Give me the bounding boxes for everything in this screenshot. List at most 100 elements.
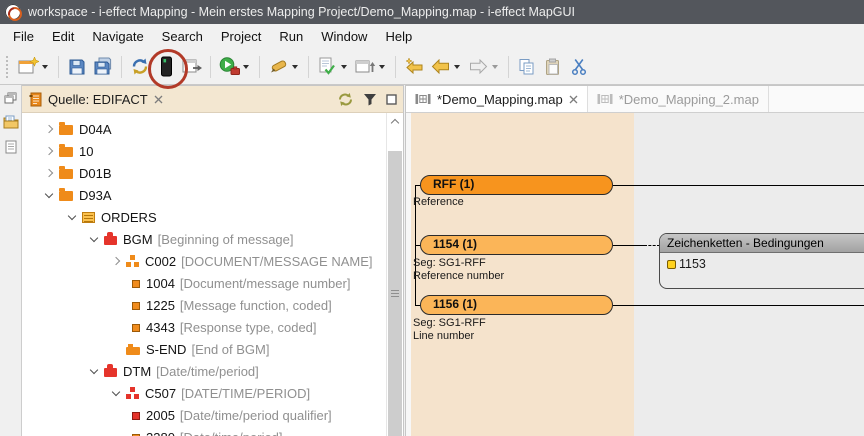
- back-new-icon[interactable]: [401, 54, 427, 80]
- paste-icon[interactable]: [540, 54, 566, 80]
- close-icon[interactable]: [154, 95, 163, 104]
- editor-tab-demo-mapping-2[interactable]: *Demo_Mapping_2.map: [588, 86, 769, 112]
- validate-document-icon[interactable]: [314, 54, 340, 80]
- deploy-window-icon[interactable]: [352, 54, 378, 80]
- chevron-right-icon[interactable]: [110, 255, 123, 268]
- tree-item-label: 1004: [146, 276, 175, 291]
- tree-row[interactable]: D93A: [22, 184, 386, 206]
- tree-row[interactable]: S-END[End of BGM]: [22, 338, 386, 360]
- chevron-down-icon[interactable]: [88, 365, 101, 378]
- link-with-editor-icon[interactable]: [337, 92, 354, 107]
- string-conditions-box[interactable]: Zeichenketten - Bedingungen 1153: [659, 233, 864, 289]
- segment-end-icon: [126, 347, 140, 355]
- menu-project[interactable]: Project: [212, 26, 270, 47]
- open-project-folder-icon[interactable]: [3, 115, 19, 129]
- tree-item-label: D04A: [79, 122, 112, 137]
- forward-icon[interactable]: [465, 54, 491, 80]
- forward-dropdown-icon[interactable]: [492, 65, 498, 69]
- mapping-canvas[interactable]: RFF (1) Reference 1154 (1) Seg: SG1-RFF …: [406, 113, 864, 436]
- tree-row[interactable]: D04A: [22, 118, 386, 140]
- segment-icon: [104, 236, 117, 245]
- tree-row[interactable]: C507[DATE/TIME/PERIOD]: [22, 382, 386, 404]
- string-conditions-header[interactable]: Zeichenketten - Bedingungen: [660, 234, 864, 253]
- save-all-icon[interactable]: [90, 54, 116, 80]
- node-1154-segment: Seg: SG1-RFF: [413, 257, 486, 269]
- menu-help[interactable]: Help: [376, 26, 421, 47]
- refresh-icon[interactable]: [127, 54, 153, 80]
- new-dropdown-icon[interactable]: [42, 65, 48, 69]
- cut-icon[interactable]: [566, 54, 592, 80]
- mapping-line-1156: [613, 305, 864, 306]
- main-toolbar: [0, 49, 864, 85]
- chevron-down-icon[interactable]: [88, 233, 101, 246]
- folder-icon: [59, 147, 73, 157]
- node-rff[interactable]: RFF (1): [420, 175, 613, 195]
- format-marker-icon[interactable]: [265, 54, 291, 80]
- node-1154[interactable]: 1154 (1): [420, 235, 613, 255]
- source-panel-header: Quelle: EDIFACT: [22, 86, 403, 113]
- tree-row[interactable]: 1225[Message function, coded]: [22, 294, 386, 316]
- node-1156[interactable]: 1156 (1): [420, 295, 613, 315]
- chevron-right-icon[interactable]: [43, 167, 56, 180]
- menu-run[interactable]: Run: [270, 26, 312, 47]
- condition-item-1153[interactable]: 1153: [660, 253, 864, 271]
- menu-search[interactable]: Search: [153, 26, 212, 47]
- run-icon[interactable]: [216, 54, 242, 80]
- chevron-down-icon[interactable]: [110, 387, 123, 400]
- scrollbar-thumb[interactable]: [388, 151, 402, 436]
- tree-item-label: 4343: [146, 320, 175, 335]
- menu-bar: File Edit Navigate Search Project Run Wi…: [0, 24, 864, 49]
- menu-window[interactable]: Window: [312, 26, 376, 47]
- composite-icon: [126, 255, 139, 267]
- mapping-line-rff: [613, 185, 864, 186]
- chevron-right-icon[interactable]: [43, 145, 56, 158]
- new-wizard-icon[interactable]: [15, 54, 41, 80]
- editor-tab-label: *Demo_Mapping.map: [437, 92, 563, 107]
- run-dropdown-icon[interactable]: [243, 65, 249, 69]
- tree-row[interactable]: 1004[Document/message number]: [22, 272, 386, 294]
- chevron-right-icon[interactable]: [43, 123, 56, 136]
- tree-item-label: 2380: [146, 430, 175, 436]
- scrollbar-up-icon[interactable]: [387, 113, 403, 130]
- tree-item-label: D01B: [79, 166, 112, 181]
- tree-row[interactable]: D01B: [22, 162, 386, 184]
- editor-tab-label: *Demo_Mapping_2.map: [619, 92, 759, 107]
- document-icon[interactable]: [5, 140, 17, 154]
- menu-navigate[interactable]: Navigate: [83, 26, 152, 47]
- menu-file[interactable]: File: [4, 26, 43, 47]
- toolbar-separator: [508, 56, 509, 78]
- fast-view-bar: [0, 85, 22, 436]
- restore-views-icon[interactable]: [4, 92, 17, 104]
- export-map-icon[interactable]: [179, 54, 205, 80]
- editor-tab-demo-mapping[interactable]: *Demo_Mapping.map: [406, 86, 588, 112]
- close-icon[interactable]: [569, 95, 578, 104]
- tree-row[interactable]: BGM[Beginning of message]: [22, 228, 386, 250]
- chevron-down-icon[interactable]: [66, 211, 79, 224]
- tree-row[interactable]: C002[DOCUMENT/MESSAGE NAME]: [22, 250, 386, 272]
- back-icon[interactable]: [427, 54, 453, 80]
- filter-icon[interactable]: [363, 93, 377, 106]
- tree-item-label: DTM: [123, 364, 151, 379]
- copy-icon[interactable]: [514, 54, 540, 80]
- chevron-down-icon[interactable]: [43, 189, 56, 202]
- marker-dropdown-icon[interactable]: [292, 65, 298, 69]
- tree-row[interactable]: 2380[Date/time/period]: [22, 426, 386, 436]
- tree-row[interactable]: DTM[Date/time/period]: [22, 360, 386, 382]
- tree-row[interactable]: 10: [22, 140, 386, 162]
- validate-dropdown-icon[interactable]: [341, 65, 347, 69]
- condition-marker-icon: [667, 260, 676, 269]
- tree-row[interactable]: 2005[Date/time/period qualifier]: [22, 404, 386, 426]
- toolbar-drag-handle[interactable]: [6, 56, 11, 78]
- tree-row[interactable]: ORDERS: [22, 206, 386, 228]
- source-panel-tab[interactable]: Quelle: EDIFACT: [48, 92, 148, 107]
- back-dropdown-icon[interactable]: [454, 65, 460, 69]
- source-panel: Quelle: EDIFACT: [22, 85, 404, 436]
- maximize-icon[interactable]: [386, 94, 397, 105]
- map-runtime-icon[interactable]: [153, 54, 179, 80]
- tree-item-desc: [Message function, coded]: [180, 298, 332, 313]
- tree-row[interactable]: 4343[Response type, coded]: [22, 316, 386, 338]
- deploy-dropdown-icon[interactable]: [379, 65, 385, 69]
- menu-edit[interactable]: Edit: [43, 26, 83, 47]
- tree-scrollbar[interactable]: [386, 113, 403, 436]
- save-icon[interactable]: [64, 54, 90, 80]
